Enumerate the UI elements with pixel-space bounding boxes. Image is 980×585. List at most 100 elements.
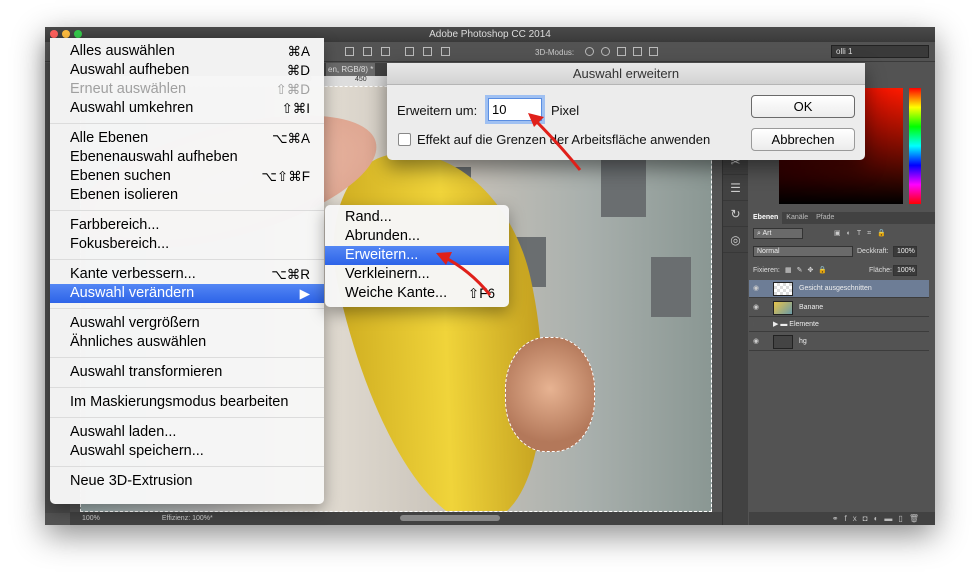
- eye-icon[interactable]: ◉: [753, 333, 763, 351]
- menu-item-label: Alles auswählen: [70, 43, 175, 59]
- efficiency-info[interactable]: Effizienz: 100%*: [162, 515, 213, 522]
- layer-row[interactable]: □ ▶ ▬ Elemente: [749, 318, 929, 332]
- menu-item-label: Auswahl umkehren: [70, 100, 194, 116]
- menu-separator: [50, 259, 324, 260]
- menu-item[interactable]: Ebenen suchen ⌥⇧⌘F: [50, 167, 324, 186]
- fill-field[interactable]: 100%: [893, 265, 917, 276]
- tab-kanaele[interactable]: Kanäle: [782, 212, 812, 224]
- menu-item-shortcut: ▶: [299, 286, 310, 301]
- expand-input[interactable]: [488, 98, 542, 121]
- layer-row[interactable]: ◉ Gesicht ausgeschnitten: [749, 280, 929, 298]
- menu-item[interactable]: Im Maskierungsmodus bearbeiten: [50, 393, 324, 412]
- distribute-h-icon[interactable]: [441, 47, 450, 56]
- layer-row[interactable]: ◉ Banane: [749, 299, 929, 317]
- menu-item[interactable]: Auswahl aufheben ⌘D: [50, 61, 324, 80]
- expand-label: Erweitern um:: [397, 103, 478, 118]
- opacity-label: Deckkraft:: [857, 248, 889, 255]
- close-button[interactable]: [50, 30, 58, 38]
- status-bar: 100% Effizienz: 100%*: [70, 512, 722, 525]
- layers-panel-footer[interactable]: ⚭fx◘◐▬▯🗑: [749, 512, 935, 525]
- layer-filter-select[interactable]: ⌕ Art: [753, 228, 803, 239]
- menu-item[interactable]: Auswahl vergrößern: [50, 314, 324, 333]
- menu-item[interactable]: Verkleinern...: [325, 265, 509, 284]
- canvas-bounds-checkbox[interactable]: [398, 133, 411, 146]
- menu-item-label: Ebenen suchen: [70, 168, 171, 184]
- distribute-icon[interactable]: [423, 47, 432, 56]
- visibility-toggle[interactable]: □: [753, 318, 763, 332]
- menu-item[interactable]: Auswahl laden...: [50, 423, 324, 442]
- menu-item[interactable]: Alle Ebenen ⌥⌘A: [50, 129, 324, 148]
- menu-separator: [50, 357, 324, 358]
- zoom-button[interactable]: [74, 30, 82, 38]
- 3d-roll-icon[interactable]: [601, 47, 610, 56]
- menu-separator: [50, 210, 324, 211]
- face-selection: [505, 337, 595, 452]
- cc-libraries-icon[interactable]: ◎: [723, 227, 748, 253]
- checkbox-label[interactable]: Effekt auf die Grenzen der Arbeitsfläche…: [417, 132, 710, 147]
- menu-item[interactable]: Kante verbessern... ⌥⌘R: [50, 265, 324, 284]
- zoom-level[interactable]: 100%: [82, 515, 100, 522]
- lock-icons[interactable]: ▦✎✥🔒: [785, 266, 832, 274]
- menu-item-label: Alle Ebenen: [70, 130, 149, 146]
- menu-item-shortcut: ⇧F6: [467, 286, 495, 301]
- menu-item-shortcut: ⇧⌘D: [275, 82, 310, 97]
- menu-separator: [50, 466, 324, 467]
- opacity-field[interactable]: 100%: [893, 246, 917, 257]
- tab-ebenen[interactable]: Ebenen: [749, 212, 783, 224]
- eye-icon[interactable]: ◉: [753, 280, 763, 298]
- blend-mode-select[interactable]: Normal: [753, 246, 853, 257]
- workspace-select[interactable]: olli 1: [831, 45, 929, 58]
- 3d-mode-label: 3D-Modus:: [535, 48, 575, 57]
- menu-item[interactable]: Auswahl transformieren: [50, 363, 324, 382]
- menu-separator: [50, 123, 324, 124]
- expand-selection-dialog: Auswahl erweitern Erweitern um: Pixel Ef…: [387, 63, 865, 160]
- actions-icon[interactable]: ↻: [723, 201, 748, 227]
- align-left-icon[interactable]: [405, 47, 414, 56]
- menu-separator: [50, 387, 324, 388]
- 3d-scale-icon[interactable]: [649, 47, 658, 56]
- menu-item-label: Auswahl transformieren: [70, 364, 223, 380]
- menu-item[interactable]: Abrunden...: [325, 227, 509, 246]
- menu-item[interactable]: Erneut auswählen ⇧⌘D: [50, 80, 324, 99]
- align-bottom-icon[interactable]: [381, 47, 390, 56]
- layer-row[interactable]: ◉ hg: [749, 333, 929, 351]
- menu-item[interactable]: Erweitern...: [325, 246, 509, 265]
- filter-icons[interactable]: ▣◐T⌗🔒: [834, 229, 935, 238]
- align-middle-icon[interactable]: [363, 47, 372, 56]
- minimize-button[interactable]: [62, 30, 70, 38]
- menu-item[interactable]: Auswahl speichern...: [50, 442, 324, 461]
- ok-button[interactable]: OK: [751, 95, 855, 118]
- menu-item[interactable]: Ebenenauswahl aufheben: [50, 148, 324, 167]
- menu-item-label: Erweitern...: [345, 247, 419, 263]
- fill-label: Fläche:: [869, 267, 892, 274]
- adjustments-icon[interactable]: ☰: [723, 175, 748, 201]
- menu-item-label: Fokusbereich...: [70, 236, 170, 252]
- menu-item[interactable]: Weiche Kante... ⇧F6: [325, 284, 509, 303]
- menu-item[interactable]: Alles auswählen ⌘A: [50, 42, 324, 61]
- document-tab[interactable]: en, RGB/8) *: [326, 63, 376, 76]
- eye-icon[interactable]: ◉: [753, 299, 763, 317]
- dialog-title: Auswahl erweitern: [387, 63, 865, 85]
- 3d-slide-icon[interactable]: [633, 47, 642, 56]
- menu-item-label: Auswahl speichern...: [70, 443, 204, 459]
- menu-item[interactable]: Farbbereich...: [50, 216, 324, 235]
- menu-item[interactable]: Ebenen isolieren: [50, 186, 324, 205]
- hue-slider[interactable]: [909, 88, 921, 204]
- menu-item[interactable]: Auswahl umkehren ⇧⌘I: [50, 99, 324, 118]
- menu-item-label: Verkleinern...: [345, 266, 430, 282]
- menu-item[interactable]: Ähnliches auswählen: [50, 333, 324, 352]
- menu-item[interactable]: Neue 3D-Extrusion: [50, 472, 324, 491]
- align-top-icon[interactable]: [345, 47, 354, 56]
- menu-item[interactable]: Fokusbereich...: [50, 235, 324, 254]
- window-decor: [651, 257, 691, 317]
- 3d-rotate-icon[interactable]: [585, 47, 594, 56]
- menu-item[interactable]: Rand...: [325, 208, 509, 227]
- 3d-pan-icon[interactable]: [617, 47, 626, 56]
- horizontal-scrollbar[interactable]: [400, 515, 500, 521]
- menu-item[interactable]: Auswahl verändern ▶: [50, 284, 324, 303]
- tab-pfade[interactable]: Pfade: [812, 212, 838, 224]
- cancel-button[interactable]: Abbrechen: [751, 128, 855, 151]
- menu-item-label: Auswahl aufheben: [70, 62, 190, 78]
- menu-item-label: Abrunden...: [345, 228, 420, 244]
- menu-item-label: Im Maskierungsmodus bearbeiten: [70, 394, 289, 410]
